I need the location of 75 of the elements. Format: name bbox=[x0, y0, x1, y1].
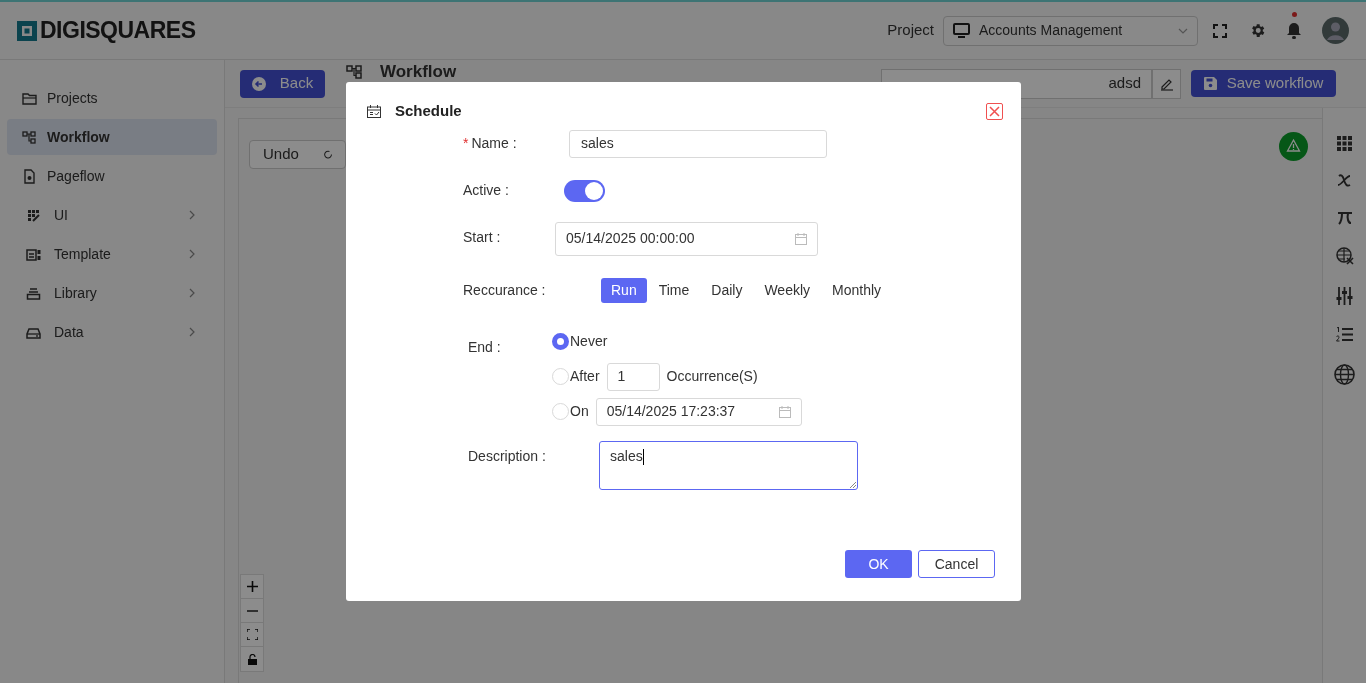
description-textarea[interactable]: sales bbox=[599, 440, 858, 490]
avatar[interactable] bbox=[1322, 17, 1349, 44]
recurrence-tab[interactable]: Time bbox=[648, 277, 700, 303]
chevron-down-icon bbox=[1178, 27, 1188, 34]
recurrence-tab[interactable]: Run bbox=[601, 277, 647, 303]
sidebar-item[interactable]: Library bbox=[7, 275, 217, 311]
project-label: Project bbox=[887, 20, 934, 41]
occurrence-label: Occurrence(S) bbox=[666, 367, 758, 386]
notification-bell-icon[interactable] bbox=[1286, 22, 1302, 39]
template-icon bbox=[26, 246, 41, 262]
close-icon bbox=[989, 105, 1000, 117]
recurrence-tab[interactable]: Weekly bbox=[754, 277, 821, 303]
sidebar-item[interactable]: Data bbox=[7, 314, 217, 350]
recurrence-tab[interactable]: Monthly bbox=[822, 277, 892, 303]
monitor-icon bbox=[953, 23, 970, 38]
lock-icon bbox=[247, 653, 257, 665]
radio-label: After bbox=[570, 367, 600, 386]
settings-icon[interactable] bbox=[1249, 22, 1266, 39]
globe-function-icon[interactable] bbox=[1335, 247, 1354, 265]
sidebar-item[interactable]: Template bbox=[7, 236, 217, 272]
minus-icon bbox=[246, 609, 258, 612]
required-asterisk: * bbox=[463, 134, 469, 153]
calendar-check-icon bbox=[367, 104, 381, 118]
field-label: Reccurance : bbox=[463, 280, 547, 300]
grid-icon[interactable] bbox=[1337, 136, 1352, 151]
radio-label: Never bbox=[570, 332, 608, 351]
active-toggle[interactable] bbox=[564, 179, 605, 202]
count-input[interactable]: 1 bbox=[606, 362, 660, 391]
plus-icon bbox=[246, 581, 258, 592]
fit-view-icon bbox=[246, 629, 258, 640]
document-icon bbox=[22, 168, 37, 184]
field-label: Active : bbox=[463, 181, 510, 200]
close-button[interactable] bbox=[986, 102, 1003, 120]
end-date-field[interactable]: 05/14/2025 17:23:37 bbox=[595, 397, 802, 426]
resize-handle-icon[interactable] bbox=[849, 480, 856, 488]
stack-icon bbox=[26, 285, 41, 301]
workflow-icon bbox=[346, 65, 362, 79]
start-date-field[interactable]: 05/14/2025 00:00:00 bbox=[555, 221, 818, 256]
globe-icon[interactable] bbox=[1334, 364, 1355, 385]
undo-button[interactable]: Undo bbox=[249, 140, 346, 169]
ok-button[interactable]: OK bbox=[845, 550, 912, 578]
sidebar-item[interactable]: Pageflow bbox=[7, 158, 217, 194]
recurrence-tab[interactable]: Daily bbox=[701, 277, 753, 303]
fullscreen-icon[interactable] bbox=[1213, 23, 1227, 38]
calendar-icon bbox=[795, 232, 807, 245]
dialog-title: Schedule bbox=[395, 101, 462, 121]
workflow-icon bbox=[22, 129, 37, 145]
variable-icon[interactable] bbox=[1336, 173, 1353, 188]
back-button[interactable]: Back bbox=[240, 69, 325, 98]
page-title: Workflow bbox=[380, 62, 457, 81]
field-label: End : bbox=[468, 337, 502, 357]
folder-icon bbox=[22, 90, 37, 106]
refresh-icon bbox=[323, 149, 332, 160]
pi-icon[interactable] bbox=[1336, 210, 1353, 225]
field-label: Name : bbox=[471, 134, 517, 153]
logo-icon bbox=[17, 20, 37, 41]
sidebar-item[interactable]: UI bbox=[7, 197, 217, 233]
edit-button[interactable] bbox=[1152, 68, 1181, 99]
save-icon bbox=[1203, 77, 1217, 90]
logo-text: DIGISQUARES bbox=[40, 16, 196, 46]
save-workflow-button[interactable]: Save workflow bbox=[1191, 70, 1336, 97]
arrow-left-icon bbox=[251, 76, 266, 91]
grid-icon bbox=[26, 207, 41, 223]
field-label: Start : bbox=[463, 227, 502, 247]
sliders-icon[interactable] bbox=[1336, 287, 1353, 305]
calendar-icon bbox=[778, 405, 791, 418]
radio-label: On bbox=[570, 402, 589, 421]
numbered-list-icon[interactable] bbox=[1336, 327, 1353, 342]
cancel-button[interactable]: Cancel bbox=[918, 550, 995, 578]
sidebar-item[interactable]: Workflow bbox=[7, 119, 217, 155]
sidebar-item[interactable]: Projects bbox=[7, 80, 217, 116]
name-input[interactable]: sales bbox=[569, 129, 827, 158]
radio-button[interactable] bbox=[552, 333, 569, 350]
project-select[interactable]: Accounts Management bbox=[943, 15, 1198, 46]
field-label: Description : bbox=[468, 446, 547, 466]
